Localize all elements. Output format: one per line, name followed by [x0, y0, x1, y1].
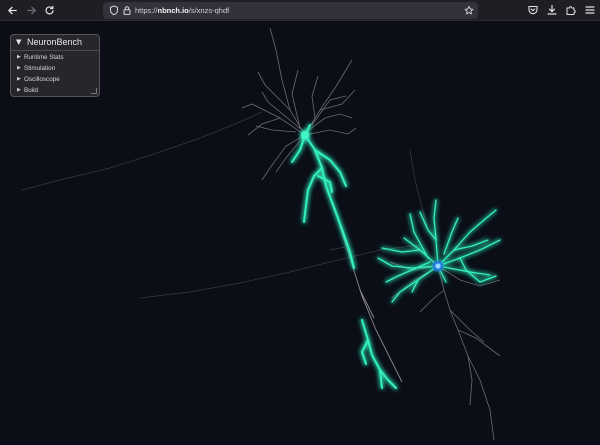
url-prefix: https:// — [135, 6, 158, 15]
panel-item-label: Build — [24, 87, 39, 94]
url-text[interactable]: https://nbnch.io/s/xnzs-qhdf — [135, 2, 229, 19]
extensions-icon[interactable] — [565, 4, 577, 16]
panel-item-label: Stimulation — [24, 65, 56, 72]
neuron-canvas[interactable]: ▼ NeuronBench ▶ Runtime Stats ▶ Stimulat… — [0, 21, 600, 445]
browser-toolbar: https://nbnch.io/s/xnzs-qhdf — [0, 0, 600, 21]
shield-icon[interactable] — [109, 5, 119, 16]
pocket-icon[interactable] — [527, 4, 539, 16]
url-host: nbnch.io — [157, 6, 189, 15]
back-button[interactable] — [5, 3, 20, 18]
panel-title: NeuronBench — [27, 37, 83, 47]
download-icon[interactable] — [546, 4, 558, 16]
url-bar[interactable]: https://nbnch.io/s/xnzs-qhdf — [103, 2, 478, 19]
panel-item-label: Oscilloscope — [24, 76, 60, 83]
resize-handle[interactable] — [91, 88, 97, 94]
expand-arrow-icon: ▶ — [17, 76, 21, 82]
panel-item-label: Runtime Stats — [24, 54, 64, 61]
expand-arrow-icon: ▶ — [17, 87, 21, 93]
expand-arrow-icon: ▶ — [17, 54, 21, 60]
neuron-1-active-branch — [291, 124, 397, 389]
url-path: /s/xnzs-qhdf — [188, 6, 230, 15]
menu-icon[interactable] — [584, 4, 596, 16]
panel-header[interactable]: ▼ NeuronBench — [11, 35, 99, 51]
arrow-left-icon — [8, 6, 17, 15]
neuron-2-active-dendrites — [377, 199, 501, 303]
forward-button[interactable] — [24, 3, 39, 18]
reload-button[interactable] — [42, 3, 57, 18]
neuron-1-dendrites — [241, 27, 357, 181]
panel-item-oscilloscope[interactable]: ▶ Oscilloscope — [17, 74, 97, 85]
reload-icon — [45, 5, 54, 15]
arrow-right-icon — [27, 6, 36, 15]
neuron-2-soma[interactable] — [435, 263, 441, 269]
neuron-2-dendrites — [389, 261, 501, 441]
panel-item-stimulation[interactable]: ▶ Stimulation — [17, 63, 97, 74]
collapse-caret-icon[interactable]: ▼ — [16, 38, 21, 47]
lock-icon[interactable] — [122, 5, 132, 16]
bookmark-star-icon[interactable] — [464, 5, 474, 16]
panel-item-build[interactable]: ▶ Build — [17, 85, 97, 96]
expand-arrow-icon: ▶ — [17, 65, 21, 71]
faint-axons — [21, 111, 429, 299]
neuron-1-soma[interactable] — [301, 131, 309, 139]
neuronbench-panel: ▼ NeuronBench ▶ Runtime Stats ▶ Stimulat… — [10, 34, 100, 97]
panel-item-runtime-stats[interactable]: ▶ Runtime Stats — [17, 52, 97, 63]
